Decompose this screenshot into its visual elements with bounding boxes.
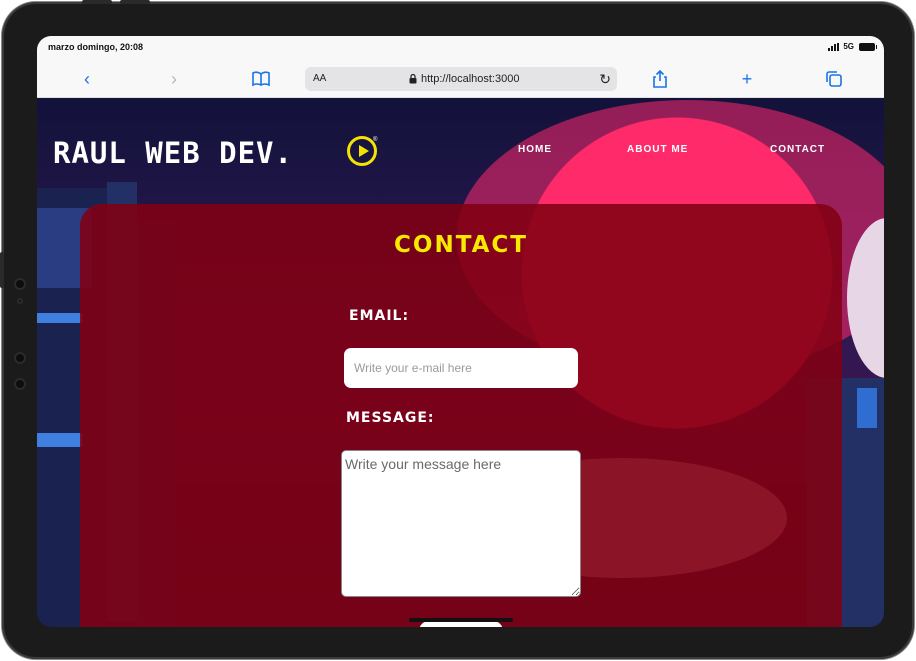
status-time: marzo domingo, 20:08 <box>48 42 144 52</box>
window-light <box>37 433 82 447</box>
volume-button <box>0 252 4 288</box>
back-icon[interactable]: ‹ <box>75 68 99 90</box>
tabs-icon[interactable] <box>822 68 846 90</box>
status-bar: marzo domingo, 20:08 5G <box>37 36 884 62</box>
reload-icon[interactable]: ↻ <box>599 71 611 88</box>
contact-panel: CONTACT EMAIL: MESSAGE: <box>80 204 842 627</box>
nav-home-link[interactable]: HOME <box>518 144 552 155</box>
contact-title: CONTACT <box>394 232 528 258</box>
sensor-dot <box>14 352 26 364</box>
reader-aa-button[interactable]: AA <box>313 73 326 84</box>
address-bar[interactable]: AA http://localhost:3000 ↻ <box>305 67 617 91</box>
browser-toolbar: ‹ › AA http://localhost:3000 ↻ + <box>37 62 884 98</box>
camera-dot <box>14 278 26 290</box>
screen: marzo domingo, 20:08 5G ‹ › AA http://lo… <box>37 36 884 627</box>
logo-mark: ® <box>373 137 378 143</box>
signal-icon <box>828 42 840 51</box>
url-text: http://localhost:3000 <box>421 73 520 85</box>
site-logo[interactable]: RAUL WEB DEV. <box>53 136 293 170</box>
new-tab-icon[interactable]: + <box>735 68 759 90</box>
email-label: EMAIL: <box>349 308 410 324</box>
url-display[interactable]: http://localhost:3000 <box>409 73 519 85</box>
status-indicators: 5G <box>828 42 854 51</box>
message-label: MESSAGE: <box>346 410 435 426</box>
nav-contact-link[interactable]: CONTACT <box>770 144 825 155</box>
moon-shape <box>847 218 884 378</box>
top-button <box>120 0 150 4</box>
sensor-dot <box>17 298 23 304</box>
web-page: RAUL WEB DEV. ® HOME ABOUT ME CONTACT CO… <box>37 98 884 627</box>
message-textarea[interactable] <box>341 450 581 597</box>
lock-icon <box>409 74 417 84</box>
bookmarks-icon[interactable] <box>249 68 273 90</box>
forward-icon[interactable]: › <box>162 68 186 90</box>
top-button <box>82 0 112 4</box>
share-icon[interactable] <box>648 68 672 90</box>
home-indicator[interactable] <box>409 618 513 622</box>
window-light <box>37 313 82 323</box>
window-light <box>857 388 877 428</box>
battery-icon <box>859 43 877 51</box>
sensor-dot <box>14 378 26 390</box>
network-label: 5G <box>843 42 854 51</box>
nav-about-link[interactable]: ABOUT ME <box>627 144 688 155</box>
email-field[interactable] <box>344 348 578 388</box>
